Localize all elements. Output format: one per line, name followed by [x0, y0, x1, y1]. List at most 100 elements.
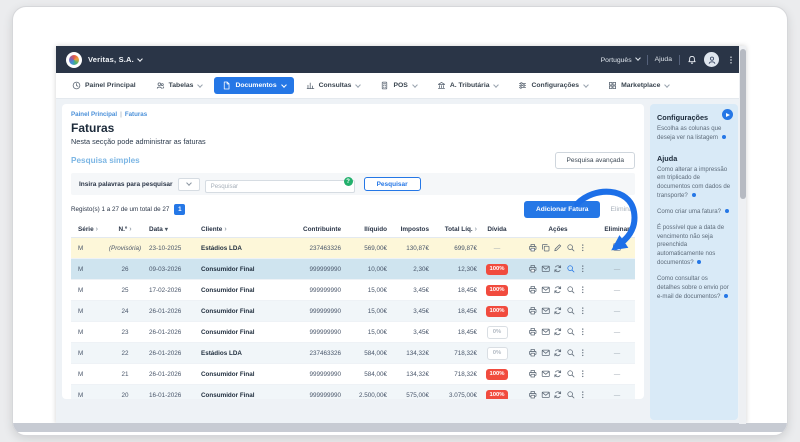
mail-icon[interactable] — [541, 285, 551, 295]
print-icon[interactable] — [528, 390, 538, 399]
play-button[interactable] — [722, 109, 733, 120]
help-link[interactable]: Ajuda — [655, 56, 672, 63]
table-row[interactable]: M 22 26-01-2026 Estádios LDA 237463326 5… — [71, 343, 635, 364]
more-icon[interactable] — [578, 306, 588, 316]
help-link[interactable]: Como criar uma fatura? — [657, 208, 731, 217]
chevron-down-icon[interactable] — [137, 55, 143, 62]
search-icon[interactable] — [566, 327, 576, 337]
more-icon[interactable] — [578, 327, 588, 337]
print-icon[interactable] — [528, 327, 538, 337]
refresh-icon[interactable] — [553, 327, 563, 337]
help-link[interactable]: Como consultar os detalhes sobre o envio… — [657, 275, 731, 301]
search-icon[interactable] — [566, 264, 576, 274]
avatar[interactable] — [704, 52, 719, 67]
more-icon[interactable] — [578, 390, 588, 399]
search-submit-button[interactable]: Pesquisar — [363, 177, 421, 191]
table-row[interactable]: M 21 26-01-2026 Consumidor Final 9999999… — [71, 364, 635, 385]
config-link[interactable]: Escolha as colunas que deseja ver na lis… — [657, 125, 731, 143]
print-icon[interactable] — [528, 348, 538, 358]
refresh-icon[interactable] — [553, 306, 563, 316]
nav-item-label: Marketplace — [621, 82, 661, 89]
print-icon[interactable] — [528, 306, 538, 316]
cell-iliquido: 2.500,00€ — [358, 391, 387, 399]
scrollbar-thumb[interactable] — [739, 49, 746, 199]
delete-button[interactable]: Eliminar — [610, 206, 635, 213]
print-icon[interactable] — [528, 264, 538, 274]
cell-iliquido: 15,00€ — [367, 286, 387, 294]
nav-item[interactable]: Documentos — [214, 77, 294, 94]
more-icon[interactable] — [578, 264, 588, 274]
mail-icon[interactable] — [541, 264, 551, 274]
more-icon[interactable] — [578, 348, 588, 358]
table-row[interactable]: M 24 26-01-2026 Consumidor Final 9999999… — [71, 301, 635, 322]
refresh-icon[interactable] — [553, 285, 563, 295]
kebab-menu-icon[interactable] — [726, 54, 736, 66]
more-icon[interactable] — [578, 243, 588, 253]
print-icon[interactable] — [528, 369, 538, 379]
print-icon[interactable] — [528, 243, 538, 253]
nav-item[interactable]: A. Tributária — [429, 77, 507, 94]
mail-icon[interactable] — [541, 390, 551, 399]
table-row[interactable]: M 23 26-01-2026 Consumidor Final 9999999… — [71, 322, 635, 343]
print-icon[interactable] — [528, 285, 538, 295]
mail-icon[interactable] — [541, 327, 551, 337]
nav-icon — [437, 81, 446, 90]
search-icon[interactable] — [566, 306, 576, 316]
search-icon[interactable] — [566, 390, 576, 399]
nav-item-label: Documentos — [235, 82, 277, 89]
delete-checkbox[interactable] — [613, 243, 621, 251]
cell-cliente: Consumidor Final — [201, 328, 255, 336]
bell-icon[interactable] — [687, 55, 697, 65]
column-header: Dívida — [477, 226, 517, 233]
cell-divida: 100% — [477, 284, 517, 296]
refresh-icon[interactable] — [553, 348, 563, 358]
help-link[interactable]: Como alterar a impressão em triplicado d… — [657, 166, 731, 201]
search-help-icon[interactable]: ? — [343, 177, 353, 186]
edit-icon[interactable] — [553, 243, 563, 253]
nav-item[interactable]: Consultas — [298, 77, 369, 94]
cell-iliquido: 15,00€ — [367, 307, 387, 315]
delete-dash: — — [613, 328, 621, 336]
nav-item[interactable]: Tabelas — [148, 77, 211, 94]
breadcrumb-current[interactable]: Faturas — [125, 111, 147, 118]
mail-icon[interactable] — [541, 348, 551, 358]
language-selector[interactable]: Português — [601, 54, 641, 64]
breadcrumb-home[interactable]: Painel Principal — [71, 111, 117, 118]
cell-numero: (Provisória) — [108, 244, 142, 252]
row-actions — [517, 306, 599, 316]
search-icon[interactable] — [566, 348, 576, 358]
scrollbar-track[interactable] — [739, 46, 746, 424]
nav-item[interactable]: POS — [372, 77, 424, 94]
sort-icon[interactable] — [224, 226, 226, 233]
advanced-search-button[interactable]: Pesquisa avançada — [555, 152, 635, 169]
search-icon[interactable] — [566, 285, 576, 295]
table-row[interactable]: M 25 17-02-2026 Consumidor Final 9999999… — [71, 280, 635, 301]
search-icon[interactable] — [566, 243, 576, 253]
table-row[interactable]: M 26 09-03-2026 Consumidor Final 9999999… — [71, 259, 635, 280]
refresh-icon[interactable] — [553, 390, 563, 399]
mail-icon[interactable] — [541, 369, 551, 379]
sort-icon[interactable] — [96, 226, 98, 233]
more-icon[interactable] — [578, 285, 588, 295]
copy-icon[interactable] — [541, 243, 551, 253]
refresh-icon[interactable] — [553, 369, 563, 379]
mail-icon[interactable] — [541, 306, 551, 316]
table-row[interactable]: M 20 16-01-2026 Consumidor Final 9999999… — [71, 385, 635, 399]
sort-icon[interactable] — [129, 226, 131, 233]
sort-desc-icon[interactable] — [165, 226, 168, 233]
nav-item[interactable]: Painel Principal — [64, 77, 144, 94]
cell-iliquido: 569,00€ — [364, 244, 387, 252]
table-row[interactable]: M (Provisória) 23-10-2025 Estádios LDA 2… — [71, 238, 635, 259]
nav-item[interactable]: Marketplace — [600, 77, 677, 94]
help-link[interactable]: É possível que a data de vencimento não … — [657, 224, 731, 268]
cell-data: 23-10-2025 — [149, 244, 182, 252]
refresh-icon[interactable] — [553, 264, 563, 274]
more-icon[interactable] — [578, 369, 588, 379]
column-label: N.º — [118, 226, 128, 233]
search-type-select[interactable] — [177, 177, 200, 191]
add-invoice-button[interactable]: Adicionar Fatura — [524, 201, 601, 218]
search-icon[interactable] — [566, 369, 576, 379]
nav-item[interactable]: Configurações — [510, 77, 596, 94]
search-input[interactable] — [204, 180, 355, 193]
page-1-button[interactable]: 1 — [174, 204, 186, 215]
